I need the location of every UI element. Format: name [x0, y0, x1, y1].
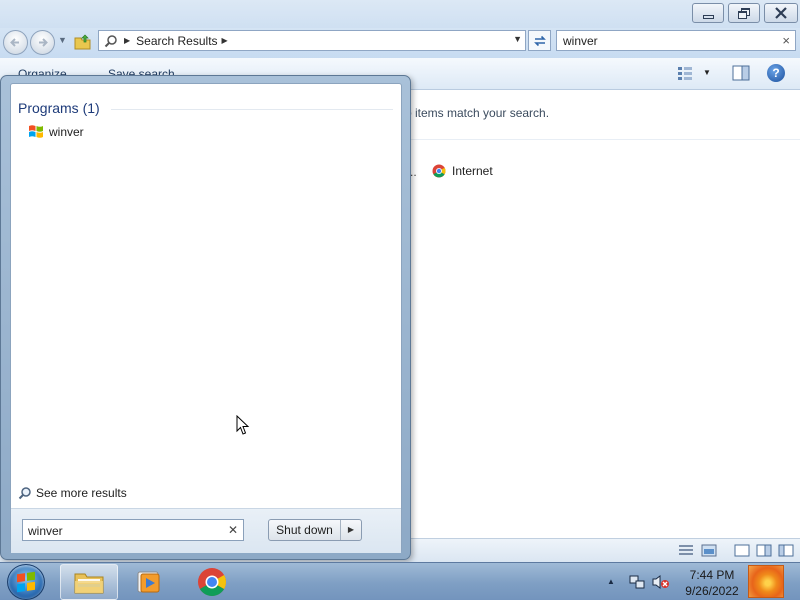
magnifier-icon — [18, 487, 31, 500]
clear-search-icon[interactable]: × — [782, 33, 790, 48]
network-icon[interactable] — [629, 574, 645, 593]
chrome-icon — [198, 568, 226, 596]
view-options-chevron-icon[interactable]: ▼ — [703, 68, 711, 77]
breadcrumb-search-results[interactable]: Search Results — [136, 34, 217, 48]
truncated-search-location[interactable]: .. — [410, 165, 417, 179]
explorer-search-input[interactable]: winver × — [556, 30, 796, 51]
taskbar-google-chrome[interactable] — [183, 564, 241, 600]
search-again-internet[interactable]: Internet — [432, 164, 493, 178]
help-icon[interactable]: ? — [767, 64, 785, 82]
preview-pane-icon[interactable] — [732, 65, 750, 84]
details-view-icon[interactable] — [678, 544, 694, 557]
windows-orb-logo-icon — [17, 571, 35, 593]
navigation-bar: ▼ ▶ Search Results ▶ ▼ winver × — [0, 28, 800, 58]
start-menu-results-pane: Programs (1) winver See more results win… — [10, 83, 402, 553]
explorer-search-value[interactable]: winver — [563, 34, 598, 48]
thumbnail-view-icon[interactable] — [701, 544, 717, 557]
programs-heading: Programs (1) — [18, 100, 100, 116]
clock-date: 9/26/2022 — [685, 584, 739, 598]
no-items-message: o items match your search. — [405, 106, 550, 120]
program-result-winver[interactable]: winver — [28, 124, 84, 139]
start-search-input[interactable]: winver ✕ — [22, 519, 244, 541]
windows-logo-icon — [29, 125, 43, 138]
shutdown-label[interactable]: Shut down — [269, 520, 341, 540]
refresh-button[interactable] — [528, 30, 551, 51]
title-bar — [0, 0, 800, 28]
restore-icon — [737, 7, 751, 19]
clear-start-search-icon[interactable]: ✕ — [228, 523, 238, 537]
see-more-results-link[interactable]: See more results — [18, 486, 127, 500]
close-icon — [775, 7, 787, 19]
address-dropdown-icon[interactable]: ▼ — [513, 34, 522, 44]
back-arrow-icon — [10, 38, 19, 47]
heading-divider — [111, 109, 393, 110]
content-divider — [405, 139, 800, 140]
forward-button[interactable] — [30, 30, 55, 55]
refresh-icon — [533, 35, 546, 46]
program-result-label[interactable]: winver — [49, 125, 84, 139]
media-player-icon — [137, 571, 160, 593]
minimize-button[interactable] — [692, 3, 724, 23]
start-search-value[interactable]: winver — [28, 524, 63, 538]
shutdown-options-arrow-icon[interactable]: ▶ — [341, 520, 361, 540]
see-more-results-label[interactable]: See more results — [36, 486, 127, 500]
show-hidden-icons-arrow-icon[interactable]: ▲ — [607, 577, 615, 586]
search-location-icon — [102, 32, 120, 50]
address-bar[interactable]: ▶ Search Results ▶ ▼ — [98, 30, 526, 51]
start-button[interactable] — [7, 564, 45, 600]
system-clock[interactable]: 7:44 PM 9/26/2022 — [680, 567, 744, 599]
close-button[interactable] — [764, 3, 798, 23]
breadcrumb-separator-icon[interactable]: ▶ — [124, 36, 130, 45]
clock-time: 7:44 PM — [689, 568, 735, 582]
chrome-icon — [432, 164, 446, 178]
taskbar-windows-media-player[interactable] — [120, 564, 178, 600]
forward-arrow-icon — [39, 38, 48, 47]
breadcrumb-separator-icon[interactable]: ▶ — [222, 36, 228, 45]
layout-pane-icon[interactable] — [778, 544, 794, 557]
layout-split-icon[interactable] — [756, 544, 772, 557]
internet-label[interactable]: Internet — [452, 164, 493, 178]
volume-muted-icon[interactable] — [652, 574, 670, 593]
folder-icon — [74, 573, 104, 594]
restore-button[interactable] — [728, 3, 760, 23]
show-desktop-button[interactable] — [748, 565, 784, 598]
recent-pages-chevron-icon[interactable]: ▼ — [58, 35, 67, 45]
minimize-icon — [702, 15, 714, 19]
taskbar: ▲ 7:44 PM 9/26/2022 — [0, 562, 800, 600]
taskbar-windows-explorer[interactable] — [60, 564, 118, 600]
layout-single-icon[interactable] — [734, 544, 750, 557]
mouse-cursor-icon — [236, 415, 250, 435]
change-view-icon[interactable] — [677, 66, 693, 83]
start-menu: Programs (1) winver See more results win… — [0, 75, 411, 560]
up-folder-icon[interactable] — [74, 33, 92, 51]
start-menu-footer: winver ✕ Shut down ▶ — [11, 508, 401, 553]
shutdown-button[interactable]: Shut down ▶ — [268, 519, 362, 541]
back-button[interactable] — [3, 30, 28, 55]
